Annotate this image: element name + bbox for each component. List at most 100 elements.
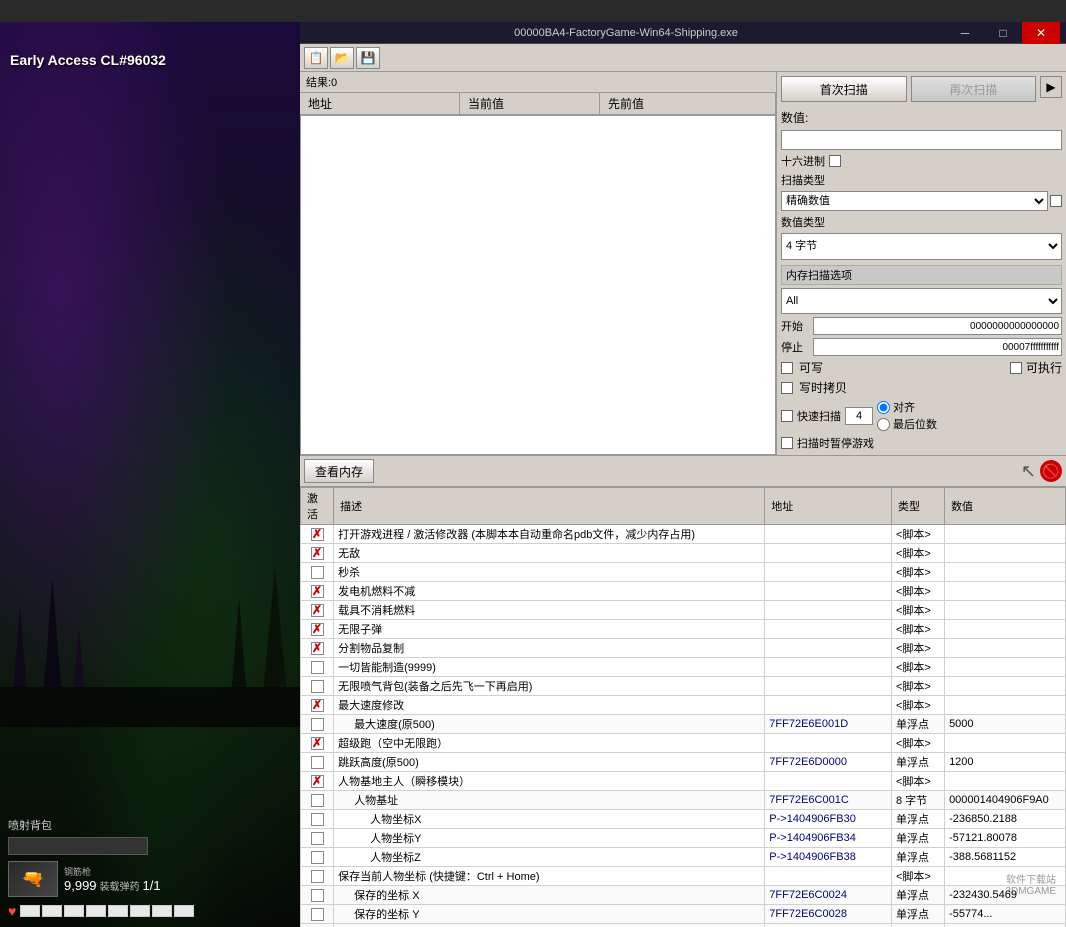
cheat-row-7[interactable]: 一切皆能制造(9999) <脚本> [301,658,1066,677]
scan-radio-group: 对齐 最后位数 [877,399,937,432]
checkbox-3[interactable] [311,585,324,598]
checkbox-0[interactable] [311,528,324,541]
last-digits-radio-item: 最后位数 [877,416,937,432]
checkbox-9[interactable] [311,699,324,712]
align-radio[interactable] [877,401,890,414]
fast-scan-checkbox[interactable] [781,410,793,422]
cheat-row-3[interactable]: 发电机燃料不减 <脚本> [301,582,1066,601]
health-row: ♥ [8,903,292,919]
checkbox-1[interactable] [311,547,324,560]
view-memory-button[interactable]: 查看内存 [304,459,374,483]
toolbar-button-3[interactable]: 💾 [356,47,380,69]
checkbox-2[interactable] [311,566,324,579]
value-9 [945,696,1066,715]
jetpack-bar [8,837,148,855]
addr-6 [765,639,892,658]
toolbar-button-1[interactable]: 📋 [304,47,328,69]
desc-18: 保存当前人物坐标 (快捷键：Ctrl + Home) [334,867,765,886]
toolbar-button-2[interactable]: 📂 [330,47,354,69]
checkbox-7[interactable] [311,661,324,674]
cheat-row-18[interactable]: 保存当前人物坐标 (快捷键：Ctrl + Home) <脚本> [301,867,1066,886]
cheat-row-5[interactable]: 无限子弹 <脚本> [301,620,1066,639]
cheat-row-10[interactable]: 最大速度(原500) 7FF72E6E001D 单浮点 5000 [301,715,1066,734]
checkbox-8[interactable] [311,680,324,693]
cheat-row-4[interactable]: 载具不消耗燃料 <脚本> [301,601,1066,620]
checkbox-10[interactable] [311,718,324,731]
checkbox-6[interactable] [311,642,324,655]
minimize-button[interactable]: ─ [946,22,984,44]
checkbox-13[interactable] [311,775,324,788]
cheat-row-0[interactable]: 打开游戏进程 / 激活修改器 (本脚本本自动重命名pdb文件，减少内存占用) <… [301,525,1066,544]
value-input[interactable] [781,130,1062,150]
checkbox-4[interactable] [311,604,324,617]
cheat-row-13[interactable]: 人物基地主人（瞬移模块） <脚本> [301,772,1066,791]
cheat-row-21[interactable]: 保存的坐标 Z 7FF72E6C002C 单浮点 [301,924,1066,927]
pointer-icon[interactable]: ↖ [1021,461,1036,482]
health-pip-6 [130,905,150,917]
value-type-select[interactable]: 4 字节 [781,233,1062,260]
next-scan-button[interactable]: 再次扫描 [911,76,1037,102]
scan-options-button[interactable]: ▶ [1040,76,1062,98]
checkbox-14[interactable] [311,794,324,807]
cheat-row-9[interactable]: 最大速度修改 <脚本> [301,696,1066,715]
cheat-row-2[interactable]: 秒杀 <脚本> [301,563,1066,582]
stop-addr-input[interactable] [813,338,1062,356]
checkbox-20[interactable] [311,908,324,921]
checkbox-11[interactable] [311,737,324,750]
game-scene [0,102,300,727]
weapon-ammo-display: 钢筋枪 9,999 装载弹药 1/1 [64,865,161,893]
cheat-list-area[interactable]: 激活 描述 地址 类型 数值 打开游戏进程 / 激活修改器 (本脚本本自动重命名… [300,487,1066,927]
bottom-toolbar: 查看内存 ↖ 🚫 [300,455,1066,487]
pause-label: 扫描时暂停游戏 [797,435,874,451]
close-button[interactable]: ✕ [1022,22,1060,44]
health-pip-4 [86,905,106,917]
copy-on-write-checkbox[interactable] [781,382,793,394]
delete-button[interactable]: 🚫 [1040,460,1062,482]
writable-checkbox[interactable] [781,362,793,374]
cheat-row-6[interactable]: 分割物品复制 <脚本> [301,639,1066,658]
cheat-row-19[interactable]: 保存的坐标 X 7FF72E6C0024 单浮点 -232430.5469 [301,886,1066,905]
checkbox-15[interactable] [311,813,324,826]
fast-scan-input[interactable] [845,407,873,425]
cheat-row-11[interactable]: 超级跑（空中无限跑） <脚本> [301,734,1066,753]
scan-type-select[interactable]: 精确数值 [781,191,1048,211]
memory-scan-select[interactable]: All [781,288,1062,315]
scan-results-table[interactable] [300,115,776,455]
cheat-row-12[interactable]: 跳跃高度(原500) 7FF72E6D0000 单浮点 1200 [301,753,1066,772]
value-7 [945,658,1066,677]
cheat-row-14[interactable]: 人物基址 7FF72E6C001C 8 字节 000001404906F9A0 [301,791,1066,810]
cheat-row-17[interactable]: 人物坐标Z P->1404906FB38 单浮点 -388.5681152 [301,848,1066,867]
desc-19: 保存的坐标 X [334,886,765,905]
executable-row: 可执行 [1010,359,1062,376]
cheat-row-20[interactable]: 保存的坐标 Y 7FF72E6C0028 单浮点 -55774... [301,905,1066,924]
maximize-button[interactable]: □ [984,22,1022,44]
checkbox-12[interactable] [311,756,324,769]
scan-type-select-row: 精确数值 [781,191,1062,211]
th-active: 激活 [301,488,334,525]
pause-checkbox[interactable] [781,437,793,449]
checkbox-19[interactable] [311,889,324,902]
ammo-label: 装载弹药 [100,878,140,893]
value-15: -236850.2188 [945,810,1066,829]
executable-checkbox[interactable] [1010,362,1022,374]
addr-18 [765,867,892,886]
scan-type-checkbox[interactable] [1050,195,1062,207]
last-digits-radio[interactable] [877,418,890,431]
start-addr-input[interactable] [813,317,1062,335]
hex-checkbox[interactable] [829,155,841,167]
desc-16: 人物坐标Y [334,829,765,848]
cheat-row-15[interactable]: 人物坐标X P->1404906FB30 单浮点 -236850.2188 [301,810,1066,829]
cheat-row-16[interactable]: 人物坐标Y P->1404906FB34 单浮点 -57121.80078 [301,829,1066,848]
value-0 [945,525,1066,544]
checkbox-18[interactable] [311,870,324,883]
first-scan-button[interactable]: 首次扫描 [781,76,907,102]
checkbox-16[interactable] [311,832,324,845]
checkbox-17[interactable] [311,851,324,864]
desc-8: 无限喷气背包(装备之后先飞一下再启用) [334,677,765,696]
cheat-row-8[interactable]: 无限喷气背包(装备之后先飞一下再启用) <脚本> [301,677,1066,696]
ce-top-section: 结果:0 地址 当前值 先前值 首次扫描 再次扫描 ▶ 数值: [300,72,1066,455]
cheat-row-1[interactable]: 无敌 <脚本> [301,544,1066,563]
type-3: <脚本> [891,582,944,601]
checkbox-5[interactable] [311,623,324,636]
desc-2: 秒杀 [334,563,765,582]
